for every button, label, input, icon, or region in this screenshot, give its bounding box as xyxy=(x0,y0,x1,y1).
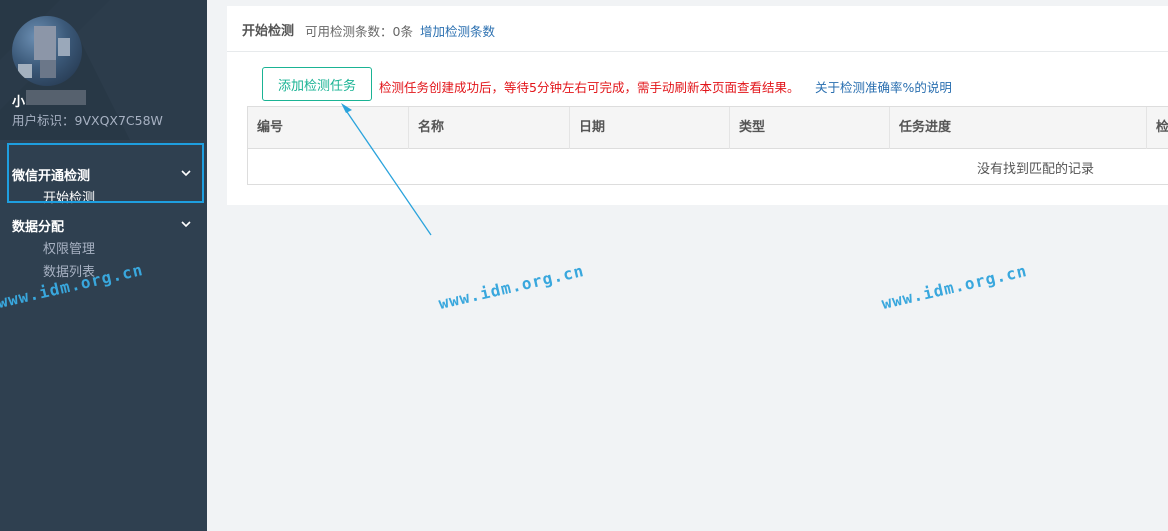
sidebar: 小 用户标识：9VXQX7C58W 微信开通检测 开始检测 数据分配 权限管理 … xyxy=(0,0,207,531)
task-table: 编号 名称 日期 类型 任务进度 检 没有找到匹配的记录 xyxy=(247,106,1168,185)
column-header[interactable]: 类型 xyxy=(730,107,890,149)
column-header[interactable]: 名称 xyxy=(409,107,570,149)
column-header[interactable]: 日期 xyxy=(570,107,730,149)
chevron-down-icon xyxy=(181,170,191,177)
page-title: 开始检测 xyxy=(242,24,295,39)
sidebar-fill xyxy=(0,284,207,531)
available-count: 可用检测条数：0条 xyxy=(305,24,413,39)
add-count-link[interactable]: 增加检测条数 xyxy=(420,21,495,40)
menu-group-label: 数据分配 xyxy=(12,220,65,235)
user-id: 用户标识：9VXQX7C58W xyxy=(12,113,163,128)
profile-panel: 小 用户标识：9VXQX7C58W xyxy=(0,0,207,140)
notice-text: 检测任务创建成功后，等待5分钟左右可完成，需手动刷新本页面查看结果。 xyxy=(379,80,800,95)
user-name-blur xyxy=(26,90,86,105)
column-header[interactable]: 检 xyxy=(1147,107,1168,149)
column-header[interactable]: 编号 xyxy=(248,107,409,149)
menu-group-label: 微信开通检测 xyxy=(12,169,91,184)
accuracy-link[interactable]: 关于检测准确率%的说明 xyxy=(815,77,952,96)
menu-item-start-detect[interactable]: 开始检测 xyxy=(43,187,95,206)
chevron-down-icon xyxy=(181,221,191,228)
menu-item-permission[interactable]: 权限管理 xyxy=(43,238,95,257)
menu-group-wechat-detect[interactable]: 微信开通检测 xyxy=(0,163,207,185)
empty-message: 没有找到匹配的记录 xyxy=(977,162,1095,177)
detect-panel: 开始检测 可用检测条数：0条 增加检测条数 添加检测任务 检测任务创建成功后，等… xyxy=(227,6,1168,205)
column-header[interactable]: 任务进度 xyxy=(890,107,1147,149)
user-name: 小 xyxy=(12,95,26,110)
table-row: 没有找到匹配的记录 xyxy=(248,150,1168,184)
avatar[interactable] xyxy=(12,16,82,86)
table-header: 编号 名称 日期 类型 任务进度 检 xyxy=(248,107,1168,149)
panel-header: 开始检测 可用检测条数：0条 增加检测条数 xyxy=(227,6,1168,52)
menu-group-data-assign[interactable]: 数据分配 xyxy=(0,214,207,236)
add-task-button[interactable]: 添加检测任务 xyxy=(262,67,372,101)
